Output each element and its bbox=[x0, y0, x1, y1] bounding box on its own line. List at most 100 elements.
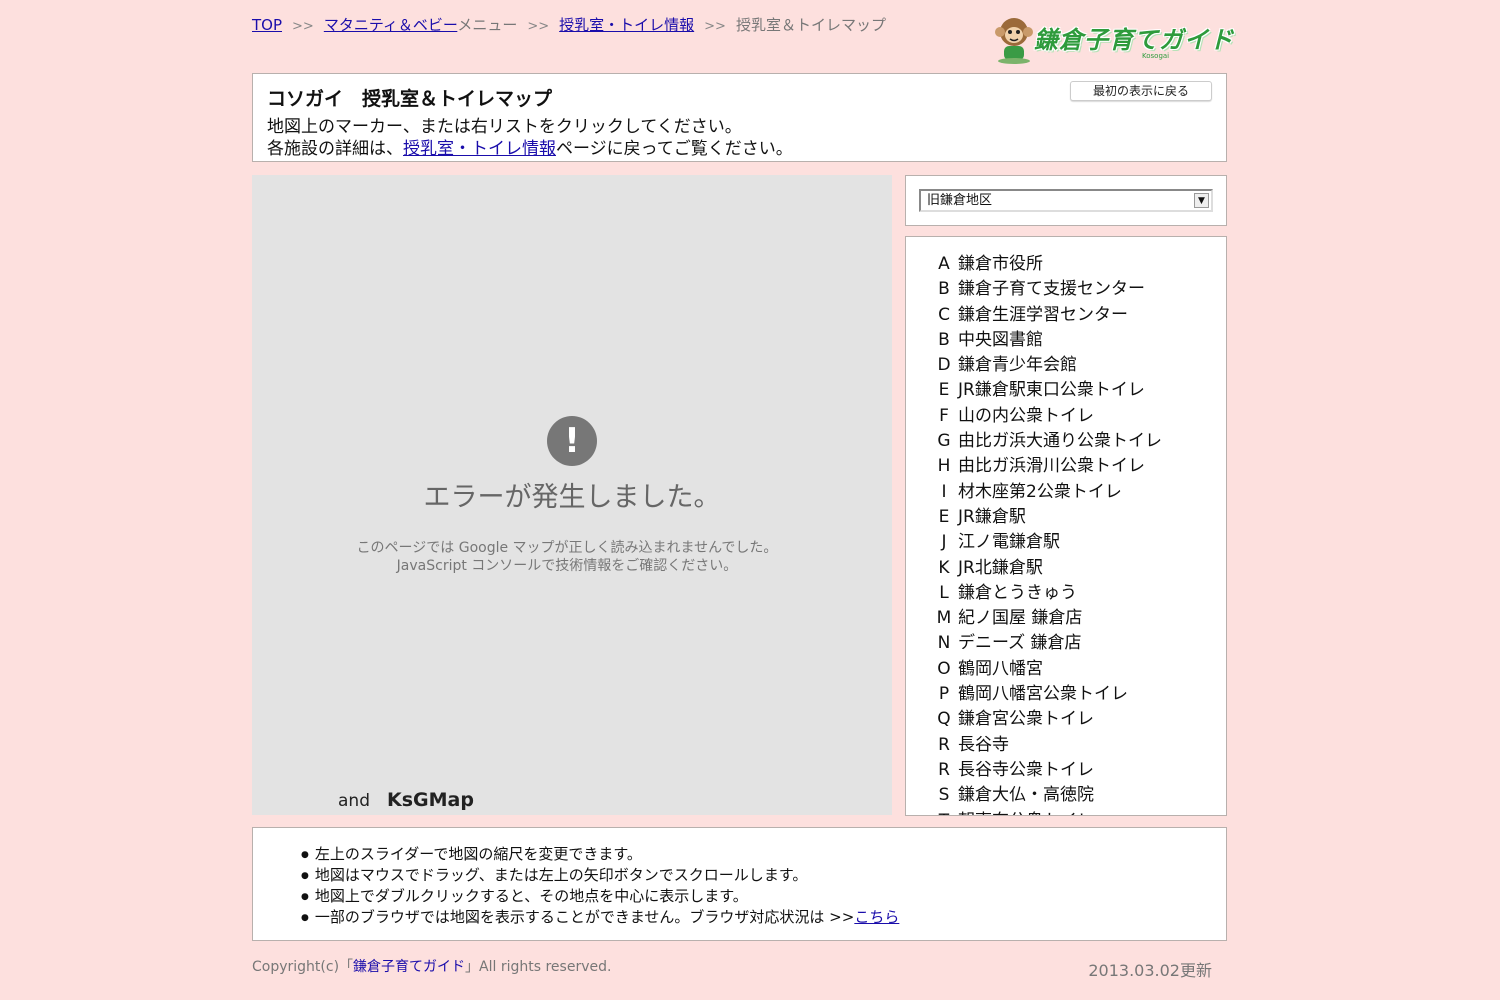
copyright: Copyright(c)「鎌倉子育てガイド」All rights reserve… bbox=[252, 956, 611, 976]
breadcrumb-maternity-rest: メニュー bbox=[457, 16, 518, 34]
facility-name: 鎌倉生涯学習センター bbox=[958, 304, 1128, 325]
facility-name: JR鎌倉駅 bbox=[958, 506, 1026, 527]
facility-name: 中央図書館 bbox=[958, 329, 1043, 350]
breadcrumb-maternity-link[interactable]: マタニティ＆ベビー bbox=[324, 16, 458, 34]
facility-marker-letter: J bbox=[941, 532, 947, 553]
list-item: 地図上でダブルクリックすると、その地点を中心に表示します。 bbox=[315, 886, 899, 907]
list-item[interactable]: R 長谷寺公衆トイレ bbox=[930, 758, 1162, 783]
facility-marker-letter: Q bbox=[937, 709, 951, 730]
facility-name: 鎌倉宮公衆トイレ bbox=[958, 709, 1094, 730]
list-item[interactable]: A 鎌倉市役所 bbox=[930, 252, 1162, 277]
facility-list: A 鎌倉市役所 B 鎌倉子育て支援センター C 鎌倉生涯学習センター B 中央図書館 D 鎌倉青少… bbox=[930, 252, 1162, 815]
facility-marker-letter: D bbox=[937, 355, 951, 376]
facility-marker-letter: B bbox=[938, 329, 950, 350]
facility-name: 鎌倉市役所 bbox=[958, 254, 1043, 274]
list-item[interactable]: F 山の内公衆トイレ bbox=[930, 404, 1162, 429]
list-item[interactable]: C 鎌倉生涯学習センター bbox=[930, 303, 1162, 328]
facility-marker-letter: L bbox=[939, 582, 949, 603]
facility-marker-letter: C bbox=[938, 304, 950, 325]
map-error-title: エラーが発生しました。 bbox=[423, 482, 721, 513]
list-item[interactable]: B 鎌倉子育て支援センター bbox=[930, 277, 1162, 302]
map-credit-and: and bbox=[338, 791, 370, 811]
facility-name: 鎌倉子育て支援センター bbox=[958, 279, 1145, 300]
detail-instruction: 各施設の詳細は、授乳室・トイレ情報ページに戻ってご覧ください。 bbox=[267, 134, 793, 159]
error-icon: ! bbox=[547, 416, 597, 466]
facility-marker-letter: K bbox=[938, 557, 950, 578]
list-item[interactable]: R 長谷寺 bbox=[930, 733, 1162, 758]
breadcrumb-current: 授乳室＆トイレマップ bbox=[735, 16, 886, 34]
map-error-detail: JavaScript コンソールで技術情報をご確認ください。 bbox=[396, 558, 738, 574]
list-item[interactable]: K JR北鎌倉駅 bbox=[930, 556, 1162, 581]
facility-marker-letter: A bbox=[938, 254, 950, 274]
browser-support-link[interactable]: こちら bbox=[854, 908, 899, 926]
list-item[interactable]: O 鶴岡八幡宮 bbox=[930, 657, 1162, 682]
breadcrumb-top-link[interactable]: TOP bbox=[252, 16, 282, 34]
page-title: コソガイ 授乳室＆トイレマップ bbox=[267, 88, 553, 110]
facility-marker-letter: N bbox=[937, 633, 951, 654]
breadcrumb-separator: >> bbox=[527, 19, 550, 34]
list-item[interactable]: B 中央図書館 bbox=[930, 328, 1162, 353]
facility-name: 紀ノ国屋 鎌倉店 bbox=[958, 608, 1083, 629]
facility-name: デニーズ 鎌倉店 bbox=[958, 633, 1082, 654]
detail-instruction-pre: 各施設の詳細は、 bbox=[267, 139, 403, 159]
facility-name: 鎌倉青少年会館 bbox=[958, 355, 1077, 376]
list-item[interactable]: T朝夷奈公衆トイレ bbox=[930, 809, 1162, 815]
facility-name: 鎌倉とうきゅう bbox=[958, 582, 1077, 603]
list-item: 左上のスライダーで地図の縮尺を変更できます。 bbox=[315, 844, 899, 865]
copyright-pre: Copyright(c)「 bbox=[252, 959, 354, 975]
list-item[interactable]: L 鎌倉とうきゅう bbox=[930, 581, 1162, 606]
facility-name: 由比ガ浜大通り公衆トイレ bbox=[958, 431, 1162, 452]
usage-notes: 左上のスライダーで地図の縮尺を変更できます。 地図はマウスでドラッグ、または左上… bbox=[315, 844, 899, 928]
browser-note-text: 一部のブラウザでは地図を表示することができません。ブラウザ対応状況は >> bbox=[314, 908, 855, 926]
facility-marker-letter: G bbox=[937, 431, 951, 452]
area-select[interactable]: 旧鎌倉地区 ▼ bbox=[919, 189, 1213, 212]
facility-name: 材木座第2公衆トイレ bbox=[958, 481, 1122, 502]
nursing-info-link[interactable]: 授乳室・トイレ情報 bbox=[403, 139, 556, 159]
list-item: 地図はマウスでドラッグ、または左上の矢印ボタンでスクロールします。 bbox=[315, 865, 899, 886]
list-item[interactable]: Q 鎌倉宮公衆トイレ bbox=[930, 707, 1162, 732]
list-item[interactable]: J 江ノ電鎌倉駅 bbox=[930, 530, 1162, 555]
facility-marker-letter: T bbox=[930, 809, 958, 815]
facility-name: JR鎌倉駅東口公衆トイレ bbox=[958, 380, 1145, 401]
map-area[interactable]: ! エラーが発生しました。 このページでは Google マップが正しく読み込ま… bbox=[252, 175, 892, 815]
list-item[interactable]: G 由比ガ浜大通り公衆トイレ bbox=[930, 429, 1162, 454]
area-selector-panel: 旧鎌倉地区 ▼ bbox=[905, 175, 1227, 226]
list-item[interactable]: P 鶴岡八幡宮公衆トイレ bbox=[930, 682, 1162, 707]
facility-marker-letter: O bbox=[937, 658, 951, 679]
facility-marker-letter: P bbox=[938, 684, 950, 705]
facility-list-panel[interactable]: A 鎌倉市役所 B 鎌倉子育て支援センター C 鎌倉生涯学習センター B 中央図書館 D 鎌倉青少… bbox=[905, 236, 1227, 816]
list-item[interactable]: M 紀ノ国屋 鎌倉店 bbox=[930, 606, 1162, 631]
list-item[interactable]: E JR鎌倉駅東口公衆トイレ bbox=[930, 378, 1162, 403]
facility-marker-letter: F bbox=[939, 405, 949, 426]
detail-instruction-post: ページに戻ってご覧ください。 bbox=[556, 139, 793, 159]
reset-view-button[interactable]: 最初の表示に戻る bbox=[1070, 81, 1212, 101]
list-item[interactable]: I 材木座第2公衆トイレ bbox=[930, 480, 1162, 505]
area-select-value: 旧鎌倉地区 bbox=[927, 193, 993, 208]
facility-marker-letter: H bbox=[937, 456, 951, 477]
update-date: 2013.03.02更新 bbox=[1088, 961, 1212, 980]
logo-subtext: Kosogai bbox=[1142, 52, 1170, 60]
breadcrumb-separator: >> bbox=[704, 19, 726, 34]
list-item[interactable]: N デニーズ 鎌倉店 bbox=[930, 631, 1162, 656]
facility-marker-letter: I bbox=[941, 481, 947, 502]
facility-marker-letter: E bbox=[938, 506, 950, 527]
facility-name: 鶴岡八幡宮公衆トイレ bbox=[958, 684, 1128, 705]
usage-notes-panel: 左上のスライダーで地図の縮尺を変更できます。 地図はマウスでドラッグ、または左上… bbox=[252, 827, 1227, 941]
breadcrumb-nursing-link[interactable]: 授乳室・トイレ情報 bbox=[559, 16, 694, 34]
list-item[interactable]: H 由比ガ浜滑川公衆トイレ bbox=[930, 454, 1162, 479]
chevron-down-icon[interactable]: ▼ bbox=[1194, 193, 1209, 208]
list-item[interactable]: D 鎌倉青少年会館 bbox=[930, 353, 1162, 378]
site-logo[interactable]: 鎌倉子育てガイド Kosogai bbox=[992, 12, 1233, 64]
facility-marker-letter: S bbox=[938, 785, 950, 806]
header-panel: コソガイ 授乳室＆トイレマップ 地図上のマーカー、または右リストをクリックしてく… bbox=[252, 73, 1227, 162]
facility-name: 江ノ電鎌倉駅 bbox=[958, 532, 1060, 553]
facility-marker-letter: R bbox=[938, 759, 950, 780]
map-error-message: このページでは Google マップが正しく読み込まれませんでした。 bbox=[356, 540, 778, 556]
facility-marker-letter: M bbox=[936, 608, 952, 629]
facility-name: 長谷寺 bbox=[958, 734, 1009, 755]
list-item[interactable]: S 鎌倉大仏・高徳院 bbox=[930, 783, 1162, 808]
copyright-brand: 鎌倉子育てガイド bbox=[353, 959, 466, 975]
facility-name: 鎌倉大仏・高徳院 bbox=[958, 785, 1094, 806]
list-item[interactable]: E JR鎌倉駅 bbox=[930, 505, 1162, 530]
logo-text: 鎌倉子育てガイド bbox=[1034, 26, 1234, 54]
